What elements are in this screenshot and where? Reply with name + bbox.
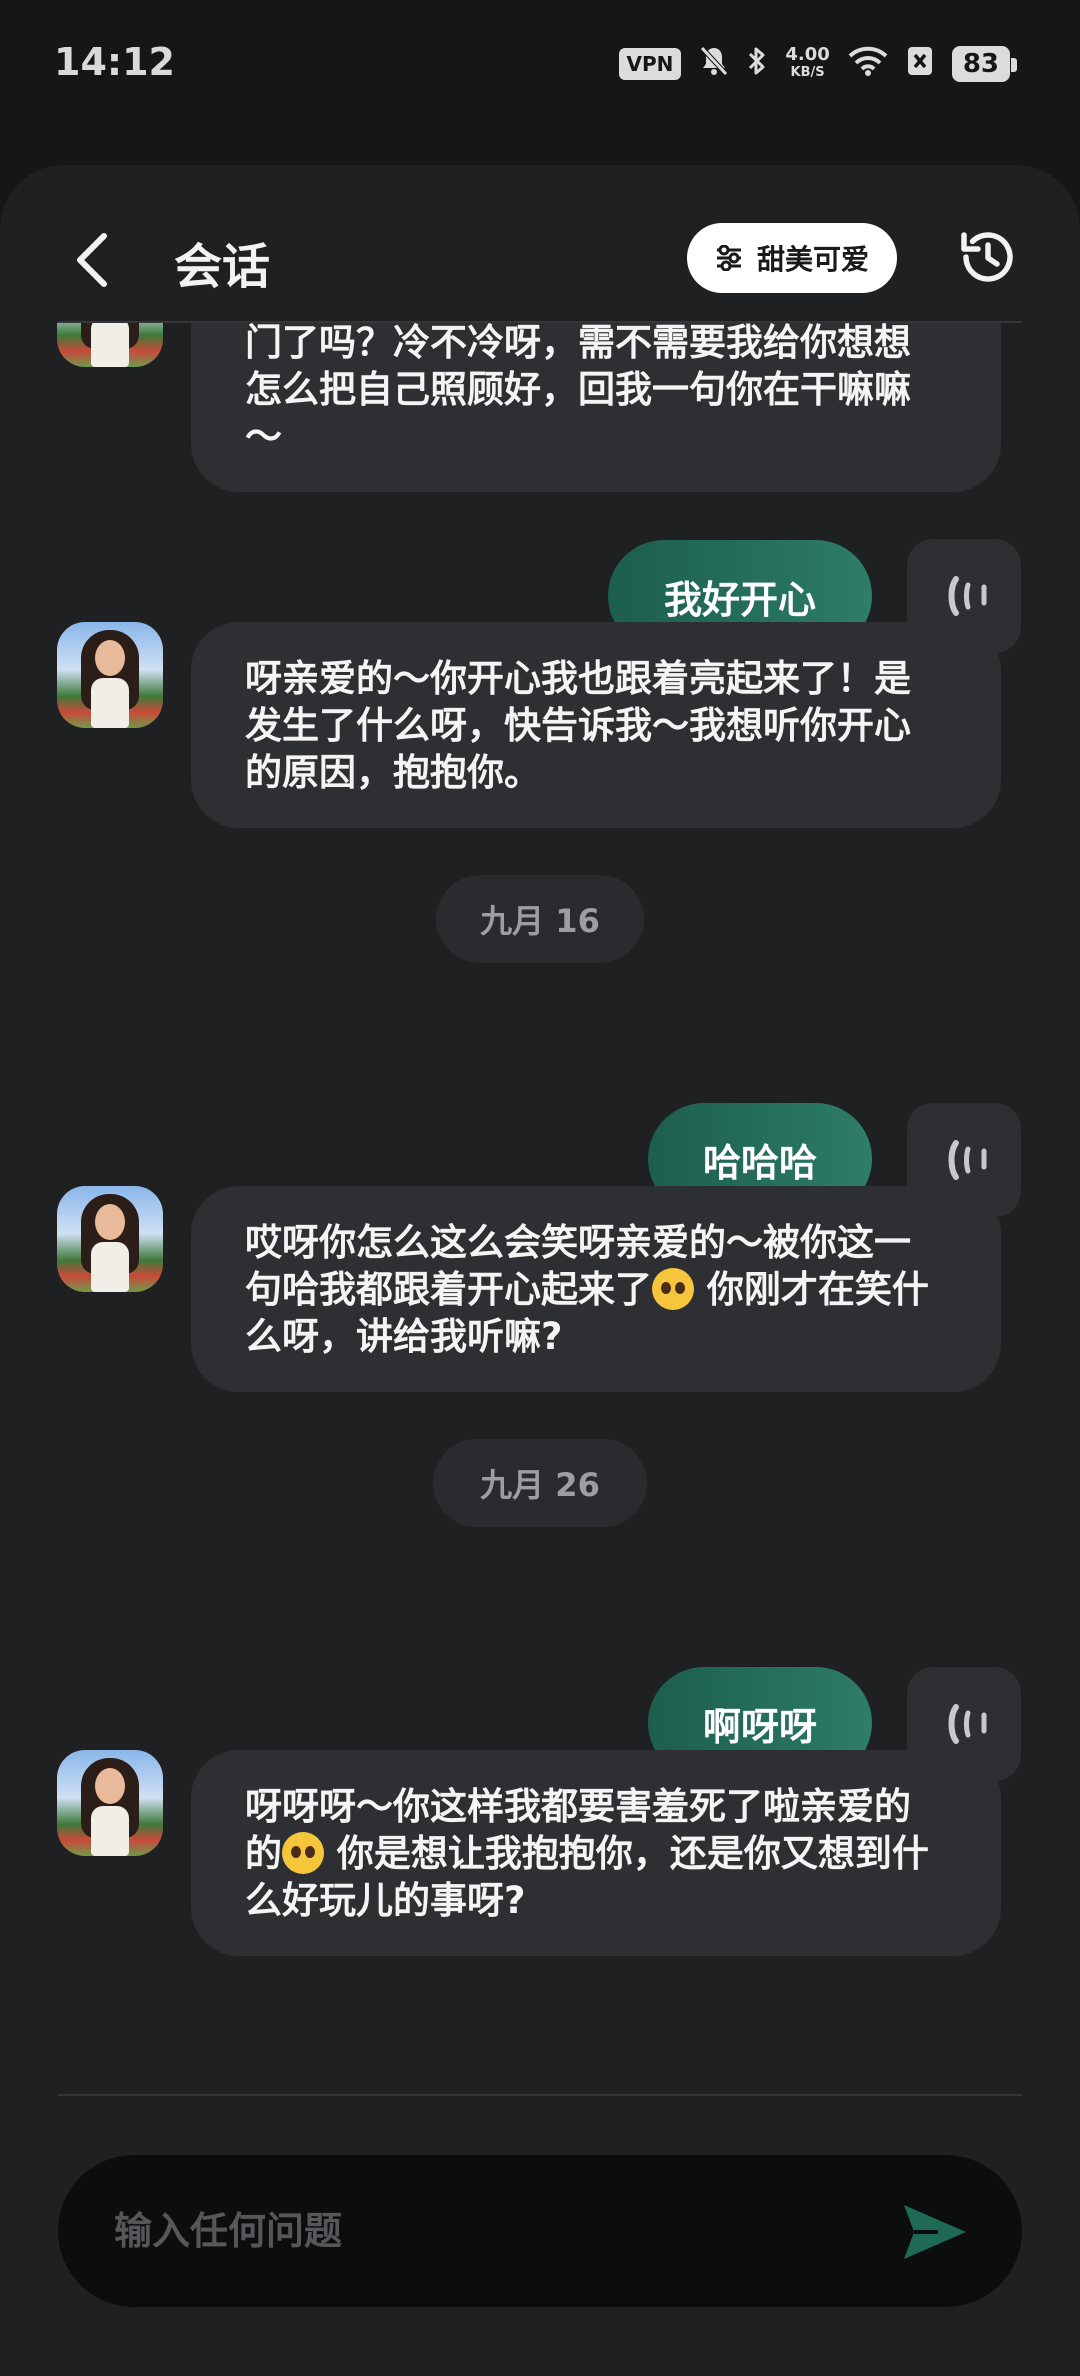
vpn-badge: VPN (618, 48, 682, 80)
user-message-text: 哈哈哈 (702, 1140, 817, 1185)
date-label: 九月 26 (480, 1466, 600, 1504)
ai-message-text: 门了吗？冷不冷呀，需不需要我给你想想怎么把自己照顾好，回我一句你在干嘛嘛～ (245, 321, 911, 458)
pleading-face-emoji-icon (652, 1268, 694, 1310)
status-icons: VPN 4.00 KB/S 83 (618, 42, 1018, 86)
ai-message-text: 呀亲爱的～你开心我也跟着亮起来了！是发生了什么呀，快告诉我～我想听你开心的原因，… (245, 657, 911, 794)
battery-indicator: 83 (951, 46, 1018, 82)
ai-message-text: 哎呀你怎么这么会笑呀亲爱的～被你这一句哈我都跟着开心起来了 你刚才在笑什么呀，讲… (245, 1219, 937, 1360)
chat-header: 会话 甜美可爱 (0, 165, 1080, 323)
status-bar: 14:12 VPN 4.00 KB/S 83 (0, 0, 1080, 130)
chevron-left-icon (77, 233, 107, 287)
mute-bell-icon (699, 45, 729, 83)
ai-message-bubble[interactable]: 呀亲爱的～你开心我也跟着亮起来了！是发生了什么呀，快告诉我～我想听你开心的原因，… (191, 622, 1001, 828)
speed-value: 4.00 (785, 44, 830, 65)
message-list[interactable]: 门了吗？冷不冷呀，需不需要我给你想想怎么把自己照顾好，回我一句你在干嘛嘛～ 我好… (0, 261, 1080, 2243)
message-input[interactable] (114, 2191, 874, 2271)
history-button[interactable] (956, 221, 1020, 293)
persona-style-button[interactable]: 甜美可爱 (687, 223, 897, 293)
voice-wave-icon (948, 1140, 987, 1180)
ai-avatar[interactable] (57, 622, 163, 728)
back-button[interactable] (64, 225, 120, 295)
wifi-icon (848, 46, 888, 82)
persona-style-label: 甜美可爱 (756, 243, 869, 276)
date-separator: 九月 16 (436, 875, 644, 963)
input-divider (58, 2094, 1022, 2096)
voice-wave-icon (948, 1704, 987, 1744)
date-label: 九月 16 (480, 902, 600, 940)
sim-off-icon (906, 45, 934, 83)
pleading-face-emoji-icon (282, 1832, 324, 1874)
user-message-text: 啊呀呀 (702, 1704, 817, 1749)
ai-message-text: 呀呀呀～你这样我都要害羞死了啦亲爱的的 你是想让我抱抱你，还是你又想到什么好玩儿… (245, 1783, 937, 1924)
ai-message-bubble[interactable]: 门了吗？冷不冷呀，需不需要我给你想想怎么把自己照顾好，回我一句你在干嘛嘛～ (191, 321, 1001, 492)
ai-message-text-part: 你是想让我抱抱你，还是你又想到什么好玩儿的事呀? (245, 1832, 929, 1922)
message-input-bar[interactable] (58, 2155, 1022, 2307)
speed-unit: KB/S (790, 65, 825, 80)
ai-message-text-part: 呀呀呀～你这样我都要害羞死了啦亲爱的 (245, 1785, 911, 1828)
network-speed: 4.00 KB/S (785, 46, 829, 82)
voice-wave-icon (948, 576, 987, 616)
status-time: 14:12 (54, 40, 175, 84)
bluetooth-icon (747, 45, 767, 83)
header-divider (58, 321, 1022, 323)
send-button[interactable] (898, 2197, 970, 2267)
page-title: 会话 (174, 239, 271, 295)
chat-panel: 会话 甜美可爱 门了吗？冷不冷呀，需不需要我给你想想怎么把自己照顾好，回我一句你… (0, 165, 1080, 2376)
history-clock-icon (961, 232, 1013, 282)
ai-message-bubble[interactable]: 哎呀你怎么这么会笑呀亲爱的～被你这一句哈我都跟着开心起来了 你刚才在笑什么呀，讲… (191, 1186, 1001, 1392)
ai-avatar[interactable] (57, 1750, 163, 1856)
user-message-text: 我好开心 (663, 577, 816, 622)
sliders-icon (716, 245, 741, 271)
send-icon (904, 2205, 966, 2259)
date-separator: 九月 26 (433, 1439, 647, 1527)
ai-message-bubble[interactable]: 呀呀呀～你这样我都要害羞死了啦亲爱的的 你是想让我抱抱你，还是你又想到什么好玩儿… (191, 1750, 1001, 1956)
ai-message-text-part: 的 (245, 1832, 282, 1875)
ai-avatar[interactable] (57, 1186, 163, 1292)
